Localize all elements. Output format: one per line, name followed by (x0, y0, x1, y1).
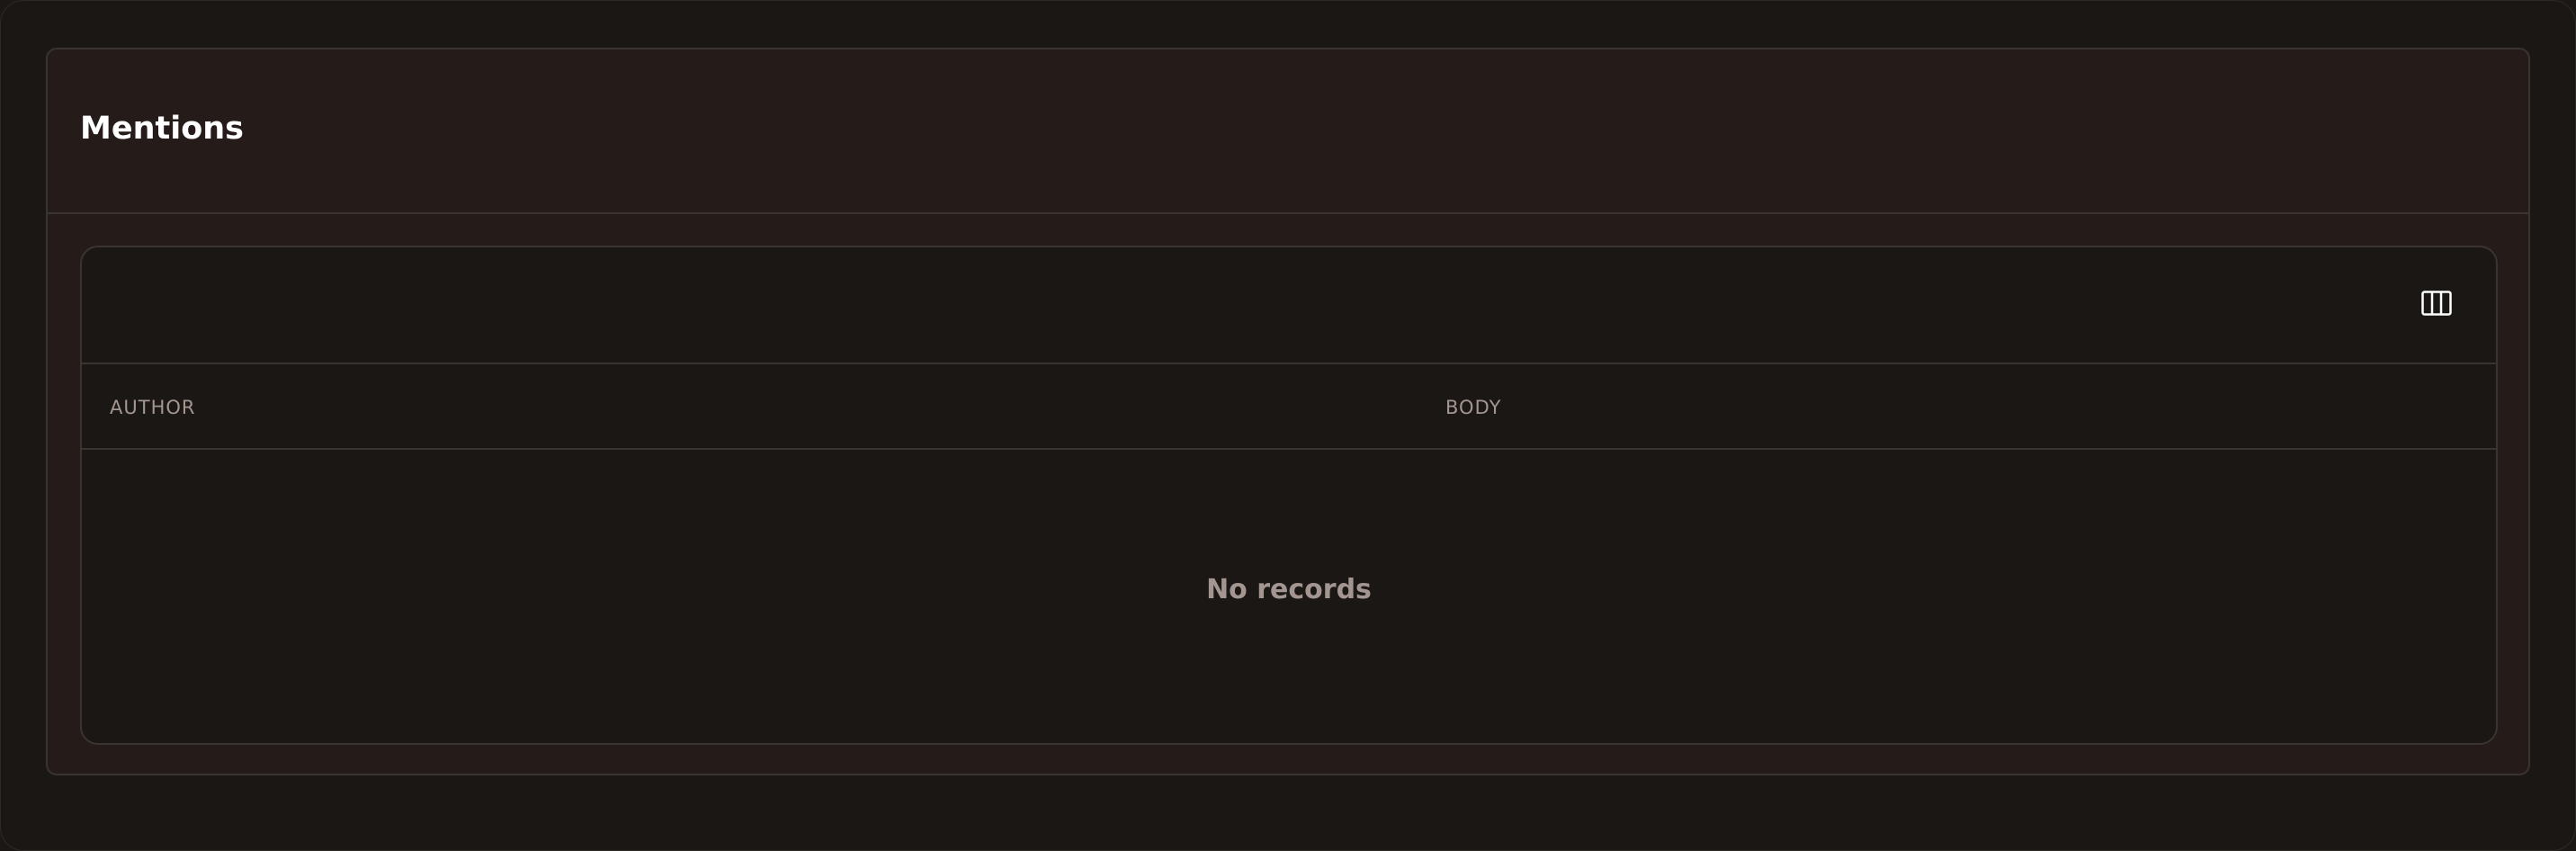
mentions-section: Mentions AUTHOR BODY No records (46, 48, 2530, 775)
section-header: Mentions (48, 49, 2528, 214)
column-header-body[interactable]: BODY (1445, 399, 1501, 417)
empty-state-message: No records (1206, 573, 1372, 605)
empty-state: No records (82, 450, 2496, 743)
table-toolbar (82, 247, 2496, 364)
mentions-table: AUTHOR BODY No records (80, 246, 2498, 745)
columns-icon (2421, 291, 2452, 316)
column-header-author[interactable]: AUTHOR (110, 399, 195, 417)
column-toggle-button[interactable] (2420, 289, 2453, 318)
section-title: Mentions (80, 111, 245, 147)
table-header-row: AUTHOR BODY (82, 364, 2496, 450)
app-frame: Mentions AUTHOR BODY No records (0, 0, 2576, 851)
